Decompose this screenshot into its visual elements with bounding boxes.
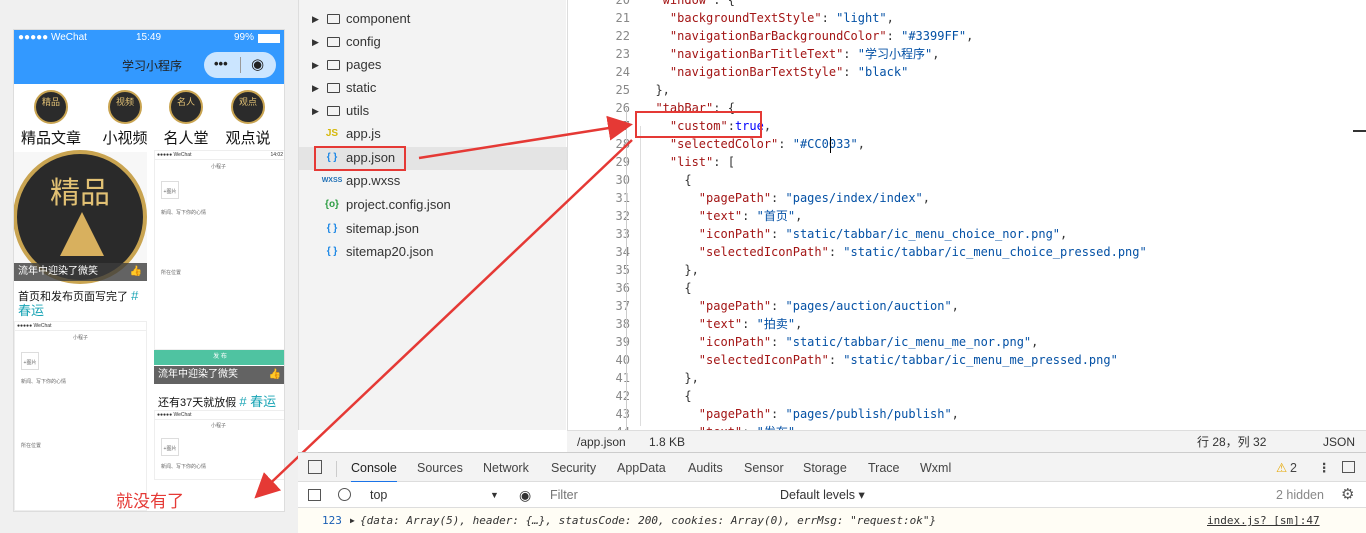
undock-icon[interactable] — [1342, 461, 1355, 473]
hidden-count: 2 hidden — [1276, 488, 1324, 502]
chevron-down-icon[interactable]: ▼ — [490, 482, 499, 508]
tab-trace[interactable]: Trace — [868, 453, 900, 483]
eye-icon[interactable]: ◉ — [519, 482, 531, 508]
log-levels-select[interactable]: Default levels ▾ — [780, 482, 865, 508]
tab-storage[interactable]: Storage — [803, 453, 847, 483]
log-source-link[interactable]: index.js? [sm]:47 — [1207, 508, 1320, 533]
warning-count[interactable]: 2 — [1290, 453, 1297, 483]
context-select[interactable]: top — [370, 482, 387, 508]
arrow-to-phone — [254, 139, 633, 499]
arrow-to-custom-line — [418, 115, 633, 160]
log-message[interactable]: {data: Array(5), header: {…}, statusCode… — [360, 508, 936, 533]
tab-security[interactable]: Security — [551, 453, 596, 483]
tab-appdata[interactable]: AppData — [617, 453, 666, 483]
warning-icon[interactable]: ⚠ — [1276, 453, 1287, 483]
log-line-number: 123 — [322, 514, 342, 527]
devtools-tabs: Console Sources Network Security AppData… — [298, 452, 1366, 483]
tab-sensor[interactable]: Sensor — [744, 453, 784, 483]
tab-wxml[interactable]: Wxml — [920, 453, 951, 483]
tab-console[interactable]: Console — [351, 453, 397, 483]
tab-network[interactable]: Network — [483, 453, 529, 483]
inspect-element-icon[interactable] — [308, 460, 322, 474]
filter-input[interactable] — [550, 485, 770, 505]
console-filter-bar: top ▼ ◉ Default levels ▾ 2 hidden ⚙ — [298, 482, 1366, 508]
divider — [336, 461, 337, 477]
more-options-icon[interactable]: ⋮ — [1318, 453, 1331, 483]
console-log-row[interactable]: 123 ▶ {data: Array(5), header: {…}, stat… — [298, 508, 1366, 533]
sidebar-toggle-icon[interactable] — [308, 489, 321, 501]
gear-icon[interactable]: ⚙ — [1341, 482, 1354, 508]
tab-audits[interactable]: Audits — [688, 453, 723, 483]
clear-console-icon[interactable] — [338, 488, 351, 501]
tab-sources[interactable]: Sources — [417, 453, 463, 483]
expand-triangle-icon[interactable]: ▶ — [350, 508, 355, 533]
